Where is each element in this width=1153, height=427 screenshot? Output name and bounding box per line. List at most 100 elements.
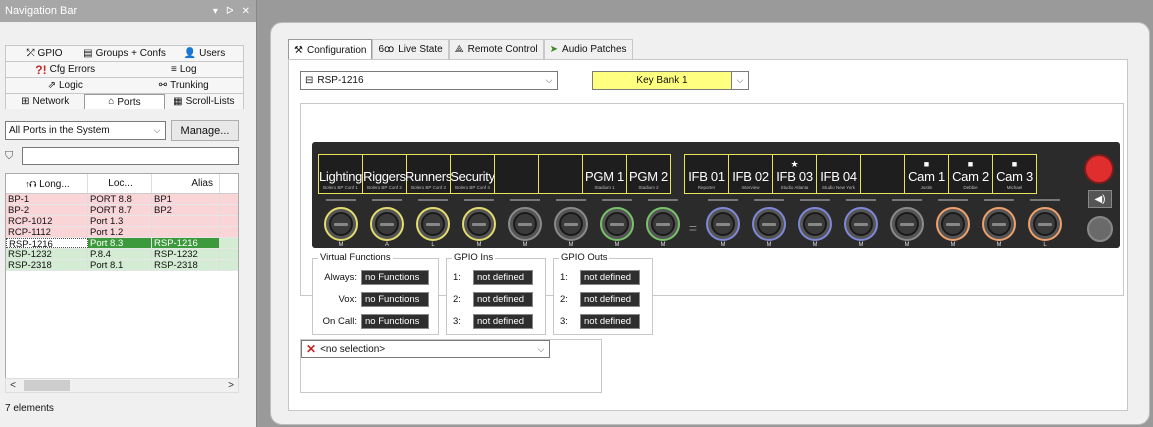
- table-row[interactable]: RCP-1012 Port 1.3: [6, 216, 238, 227]
- level-knob[interactable]: M: [746, 207, 792, 248]
- selection-value: <no selection>: [320, 343, 386, 355]
- key-led: [838, 199, 884, 201]
- key-subtitle: Bolero BP Conf 3: [411, 185, 446, 190]
- table-row[interactable]: BP-2 PORT 8.7 BP2: [6, 205, 238, 216]
- filter-input[interactable]: [22, 147, 239, 165]
- panel-key[interactable]: ★ IFB 03 Studio Atlanta: [772, 154, 817, 194]
- nav-tab-log[interactable]: ≡ Log: [125, 62, 244, 77]
- nav-tab-row: ⤱ GPIO ▤ Groups + Confs 👤 Users: [5, 45, 244, 61]
- panel-key[interactable]: [494, 154, 539, 194]
- level-knob[interactable]: L: [1022, 207, 1068, 248]
- knob-ring: [508, 207, 542, 241]
- scroll-left-icon[interactable]: <: [6, 380, 20, 391]
- pin-icon[interactable]: ᐅ: [226, 6, 234, 17]
- scroll-thumb[interactable]: [24, 380, 70, 391]
- panel-key[interactable]: Riggers Bolero BP Conf 2: [362, 154, 407, 194]
- talk-button[interactable]: [1084, 154, 1114, 184]
- scroll-list-icon: ▦: [173, 95, 183, 107]
- table-row[interactable]: RSP-1232 P.8.4 RSP-1232: [6, 249, 238, 260]
- level-knob[interactable]: M: [594, 207, 640, 248]
- device-select[interactable]: ⊟ RSP-1216 ⌵: [300, 71, 558, 90]
- filter-icon: ⛉: [5, 150, 14, 162]
- grey-button[interactable]: [1087, 216, 1113, 242]
- nav-tab-logic[interactable]: ⇗ Logic: [6, 78, 125, 93]
- nav-tab-cfg-errors[interactable]: ?! Cfg Errors: [6, 62, 125, 77]
- key-bank-select[interactable]: Key Bank 1 ⌵: [592, 71, 749, 90]
- panel-key[interactable]: PGM 1 Stadium 1: [582, 154, 627, 194]
- panel-key[interactable]: Runners Bolero BP Conf 3: [405, 154, 452, 194]
- panel-key[interactable]: Security Bolero BP Conf 4: [450, 154, 495, 194]
- panel-key[interactable]: IFB 01 Reporter: [684, 154, 729, 194]
- panel-key[interactable]: ■ Cam 2 Debbie: [948, 154, 993, 194]
- table-row[interactable]: RSP-1216 Port 8.3 RSP-1216: [6, 238, 238, 249]
- horizontal-scrollbar[interactable]: < >: [5, 378, 239, 393]
- nav-tab-users[interactable]: 👤 Users: [166, 46, 243, 61]
- nav-tab-network[interactable]: ⊞ Network: [6, 94, 84, 109]
- level-knob[interactable]: M: [700, 207, 746, 248]
- nav-tab-scroll-lists[interactable]: ▦ Scroll-Lists: [165, 94, 243, 109]
- nav-tab-ports[interactable]: ⌂ Ports: [84, 94, 165, 109]
- level-knob[interactable]: M: [930, 207, 976, 248]
- nav-tab-trunking[interactable]: ⚯ Trunking: [125, 78, 244, 93]
- navigation-panel: Navigation Bar ▾ ᐅ ✕ ⤱ GPIO ▤ Groups + Conf…: [0, 0, 257, 427]
- table-row[interactable]: RCP-1112 Port 1.2: [6, 227, 238, 238]
- dropdown-icon[interactable]: ▾: [213, 6, 218, 17]
- level-knob[interactable]: M: [884, 207, 930, 248]
- gpio-out-box[interactable]: not defined: [580, 292, 640, 307]
- panel-key[interactable]: IFB 04 Studio New York: [816, 154, 861, 194]
- level-knob[interactable]: M: [976, 207, 1022, 248]
- gpio-outs-group: GPIO Outs 1: not defined 2: not defined 3:…: [553, 252, 653, 335]
- function-box[interactable]: no Functions: [361, 314, 429, 329]
- nav-tab-gpio[interactable]: ⤱ GPIO: [6, 46, 83, 61]
- key-title: IFB 02: [732, 169, 769, 184]
- gpio-out-box[interactable]: not defined: [580, 270, 640, 285]
- function-box[interactable]: no Functions: [361, 292, 429, 307]
- groups-icon: ▤: [83, 47, 93, 59]
- knob-ring: [890, 207, 924, 241]
- selection-select[interactable]: ✕ <no selection> ⌵: [301, 340, 550, 358]
- manage-button[interactable]: Manage...: [171, 120, 239, 141]
- nav-tab-groups-confs[interactable]: ▤ Groups + Confs: [83, 46, 166, 61]
- port-filter-select[interactable]: All Ports in the System ⌵: [5, 121, 166, 140]
- column-header-alias[interactable]: Alias: [152, 174, 220, 193]
- knob-label: A: [384, 242, 389, 248]
- key-subtitle: Stadium 1: [594, 185, 615, 190]
- panel-key[interactable]: ■ Cam 1 Justin: [904, 154, 949, 194]
- tab-live-state[interactable]: 6ꝏ Live State: [372, 39, 449, 59]
- scroll-right-icon[interactable]: >: [224, 380, 238, 391]
- gpio-in-box[interactable]: not defined: [473, 270, 533, 285]
- gpio-out-box[interactable]: not defined: [580, 314, 640, 329]
- panel-key[interactable]: [538, 154, 583, 194]
- gpio-in-box[interactable]: not defined: [473, 314, 533, 329]
- gpio-in-box[interactable]: not defined: [473, 292, 533, 307]
- close-icon[interactable]: ✕: [242, 6, 250, 17]
- panel-key[interactable]: Lighting Bolero BP Conf 1: [318, 154, 363, 194]
- column-header-location[interactable]: Loc...: [88, 174, 152, 193]
- level-knob[interactable]: L: [410, 207, 456, 248]
- panel-key[interactable]: PGM 2 Stadium 2: [626, 154, 671, 194]
- panel-key[interactable]: ■ Cam 3 Michael: [992, 154, 1037, 194]
- level-knob[interactable]: M: [838, 207, 884, 248]
- column-header-long[interactable]: ↑⮉ Long...: [6, 174, 88, 193]
- row-label: 3:: [453, 316, 461, 327]
- level-knob[interactable]: M: [502, 207, 548, 248]
- table-row[interactable]: RSP-2318 Port 8.1 RSP-2318: [6, 260, 238, 271]
- level-knob[interactable]: M: [792, 207, 838, 248]
- hardware-panel: Lighting Bolero BP Conf 1 Riggers Bolero BP…: [312, 142, 1120, 248]
- level-knob[interactable]: M: [640, 207, 686, 248]
- key-led: [318, 199, 364, 201]
- speaker-icon[interactable]: ◀): [1088, 190, 1112, 208]
- table-cell-loc: PORT 8.7: [88, 205, 152, 215]
- table-row[interactable]: BP-1 PORT 8.8 BP1: [6, 194, 238, 205]
- panel-key[interactable]: [860, 154, 905, 194]
- panel-key[interactable]: IFB 02 Interview: [728, 154, 773, 194]
- level-knob[interactable]: M: [318, 207, 364, 248]
- level-knob[interactable]: A: [364, 207, 410, 248]
- function-box[interactable]: no Functions: [361, 270, 429, 285]
- level-knob[interactable]: M: [548, 207, 594, 248]
- table-cell-long: RCP-1112: [6, 227, 88, 237]
- tab-remote-control[interactable]: ⟁ Remote Control: [448, 39, 544, 59]
- tab-configuration[interactable]: ⚒ Configuration: [288, 39, 373, 60]
- tab-audio-patches[interactable]: ➤ Audio Patches: [543, 39, 633, 59]
- level-knob[interactable]: M: [456, 207, 502, 248]
